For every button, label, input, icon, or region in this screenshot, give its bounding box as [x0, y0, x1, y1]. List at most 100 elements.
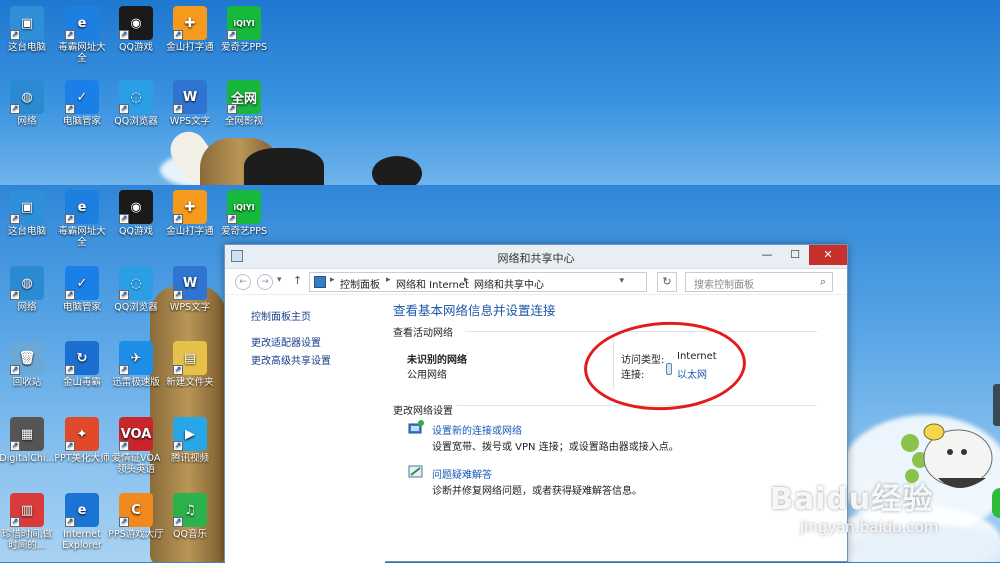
desktop-icon-label: QQ游戏 — [119, 226, 153, 237]
network-sharing-center-window: 网络和共享中心 — ☐ ✕ ← → ▾ ↑ ▸ 控制面板 ▸ 网络和 Inter… — [224, 244, 848, 563]
minimize-button[interactable]: — — [753, 245, 781, 265]
desktop-icon[interactable]: 🗑 ↗ 回收站 — [0, 341, 55, 388]
navigation-bar: ← → ▾ ↑ ▸ 控制面板 ▸ 网络和 Internet ▸ 网络和共享中心 … — [225, 269, 847, 295]
shortcut-arrow-icon: ↗ — [65, 441, 75, 451]
search-input[interactable]: 搜索控制面板 ⌕ — [685, 272, 833, 292]
desktop-icon[interactable]: ↻ ↗ 金山毒霸 — [54, 341, 110, 388]
desktop-icon[interactable]: ◉ ↗ QQ游戏 — [108, 6, 164, 53]
desktop-icon[interactable]: ▶ ↗ 腾讯视频 — [162, 417, 218, 464]
desktop-icon-label: QQ浏览器 — [114, 302, 158, 313]
desktop-icon-label: QQ音乐 — [173, 529, 207, 540]
desktop-icon-label: PPS游戏大厅 — [108, 529, 164, 540]
change-settings-heading: 更改网络设置 — [393, 402, 457, 417]
desktop-icon[interactable]: ◍ ↗ 网络 — [0, 80, 55, 127]
desktop-icon[interactable]: ▦ ↗ DigitalChi... — [0, 417, 55, 464]
desktop-icon-label: 电脑管家 — [62, 302, 101, 313]
desktop-icon-label: 全网影视 — [224, 116, 263, 127]
forward-button[interactable]: → — [257, 274, 273, 290]
desktop-icon-label: 毒霸网址大全 — [58, 42, 106, 64]
breadcrumb-network-sharing-center[interactable]: 网络和共享中心 — [474, 276, 544, 291]
desktop-icon-label: 迅雷极速版 — [112, 377, 160, 388]
desktop-icon[interactable]: e ↗ Internet Explorer — [54, 493, 110, 551]
app-icon: e ↗ — [65, 6, 99, 40]
desktop-icon[interactable]: ◍ ↗ 网络 — [0, 266, 55, 313]
task-troubleshoot-link[interactable]: 问题疑难解答 — [432, 466, 492, 481]
app-icon: ✚ ↗ — [173, 190, 207, 224]
sidebar-item-home[interactable]: 控制面板主页 — [251, 308, 311, 323]
desktop-icon[interactable]: ◌ ↗ QQ浏览器 — [108, 266, 164, 313]
shortcut-arrow-icon: ↗ — [65, 104, 75, 114]
app-icon: ↻ ↗ — [65, 341, 99, 375]
back-button[interactable]: ← — [235, 274, 251, 290]
shortcut-arrow-icon: ↗ — [10, 214, 20, 224]
desktop-icon[interactable]: ◉ ↗ QQ游戏 — [108, 190, 164, 237]
maximize-button[interactable]: ☐ — [781, 245, 809, 265]
app-icon: VOA ↗ — [119, 417, 153, 451]
person-figure — [244, 148, 324, 185]
desktop-icon-label: WPS文字 — [169, 116, 211, 127]
breadcrumb-network-internet[interactable]: 网络和 Internet — [396, 276, 469, 291]
shortcut-arrow-icon: ↗ — [119, 104, 129, 114]
app-icon: ◌ ↗ — [119, 266, 153, 300]
search-icon[interactable]: ⌕ — [820, 275, 826, 289]
desktop-icon[interactable]: ✓ ↗ 电脑管家 — [54, 80, 110, 127]
close-button[interactable]: ✕ — [809, 245, 847, 265]
person-figure — [372, 156, 422, 185]
network-type[interactable]: 公用网络 — [407, 366, 447, 381]
desktop-icon[interactable]: ▣ ↗ 这台电脑 — [0, 190, 55, 237]
desktop-icon-label: WPS文字 — [169, 302, 211, 313]
desktop-icon[interactable]: ✚ ↗ 金山打字通 — [162, 6, 218, 53]
shortcut-arrow-icon: ↗ — [10, 30, 20, 40]
desktop-icon-label: 爱情证VOA领头英语 — [111, 453, 161, 475]
app-icon: ◉ ↗ — [119, 6, 153, 40]
app-icon: ✦ ↗ — [65, 417, 99, 451]
shortcut-arrow-icon: ↗ — [173, 30, 183, 40]
app-icon: ▦ ↗ — [10, 417, 44, 451]
refresh-button[interactable]: ↻ — [657, 272, 677, 292]
desktop-icon[interactable]: ✚ ↗ 金山打字通 — [162, 190, 218, 237]
breadcrumb-separator-icon: ▸ — [386, 275, 391, 285]
app-icon: ✚ ↗ — [173, 6, 207, 40]
address-dropdown-icon[interactable]: ▾ — [619, 276, 624, 286]
desktop-icon[interactable]: ♫ ↗ QQ音乐 — [162, 493, 218, 540]
address-bar[interactable]: ▸ 控制面板 ▸ 网络和 Internet ▸ 网络和共享中心 ▾ — [309, 272, 647, 292]
desktop-icon[interactable]: ✈ ↗ 迅雷极速版 — [108, 341, 164, 388]
control-panel-icon — [314, 276, 326, 288]
shortcut-arrow-icon: ↗ — [119, 30, 129, 40]
app-icon: ◌ ↗ — [119, 80, 153, 114]
shortcut-arrow-icon: ↗ — [173, 441, 183, 451]
desktop-icon-label: 爱奇艺PPS — [221, 42, 267, 53]
desktop-icon[interactable]: ◌ ↗ QQ浏览器 — [108, 80, 164, 127]
up-arrow-icon[interactable]: ↑ — [293, 274, 302, 287]
desktop-icon[interactable]: iQIYI ↗ 爱奇艺PPS — [216, 6, 272, 53]
desktop-icon[interactable]: ✓ ↗ 电脑管家 — [54, 266, 110, 313]
shortcut-arrow-icon: ↗ — [10, 441, 20, 451]
desktop-icon[interactable]: 全网 ↗ 全网影视 — [216, 80, 272, 127]
sidebar-item-advanced-sharing[interactable]: 更改高级共享设置 — [251, 352, 331, 367]
desktop-icon[interactable]: ▤ ↗ 新建文件夹 — [162, 341, 218, 388]
task-new-connection-link[interactable]: 设置新的连接或网络 — [432, 422, 522, 437]
shortcut-arrow-icon: ↗ — [10, 517, 20, 527]
sidebar-item-adapter-settings[interactable]: 更改适配器设置 — [251, 334, 321, 349]
desktop-icon[interactable]: W ↗ WPS文字 — [162, 80, 218, 127]
desktop-icon[interactable]: ▥ ↗ 珍惜时间,做时间的... — [0, 493, 55, 551]
sidebar: 控制面板主页 更改适配器设置 更改高级共享设置 — [225, 295, 385, 563]
desktop-icon[interactable]: VOA ↗ 爱情证VOA领头英语 — [108, 417, 164, 475]
desktop-icon[interactable]: e ↗ 毒霸网址大全 — [54, 190, 110, 248]
breadcrumb-control-panel[interactable]: 控制面板 — [340, 276, 380, 291]
app-icon: ◍ ↗ — [10, 80, 44, 114]
desktop-icon[interactable]: C ↗ PPS游戏大厅 — [108, 493, 164, 540]
desktop-icon[interactable]: e ↗ 毒霸网址大全 — [54, 6, 110, 64]
desktop-icon[interactable]: W ↗ WPS文字 — [162, 266, 218, 313]
desktop-icon-label: 这台电脑 — [7, 42, 46, 53]
desktop-icon[interactable]: iQIYI ↗ 爱奇艺PPS — [216, 190, 272, 237]
history-dropdown-icon[interactable]: ▾ — [277, 275, 282, 285]
desktop-icon[interactable]: ✦ ↗ PPT美化大师 — [54, 417, 110, 464]
desktop-icon-label: QQ游戏 — [119, 42, 153, 53]
watermark-url: jingyan.baidu.com — [800, 518, 939, 536]
title-bar[interactable]: 网络和共享中心 — ☐ ✕ — [225, 245, 847, 269]
task-new-connection-desc: 设置宽带、拨号或 VPN 连接；或设置路由器或接入点。 — [432, 442, 679, 453]
shortcut-arrow-icon: ↗ — [10, 290, 20, 300]
desktop-icon[interactable]: ▣ ↗ 这台电脑 — [0, 6, 55, 53]
app-icon: ◉ ↗ — [119, 190, 153, 224]
